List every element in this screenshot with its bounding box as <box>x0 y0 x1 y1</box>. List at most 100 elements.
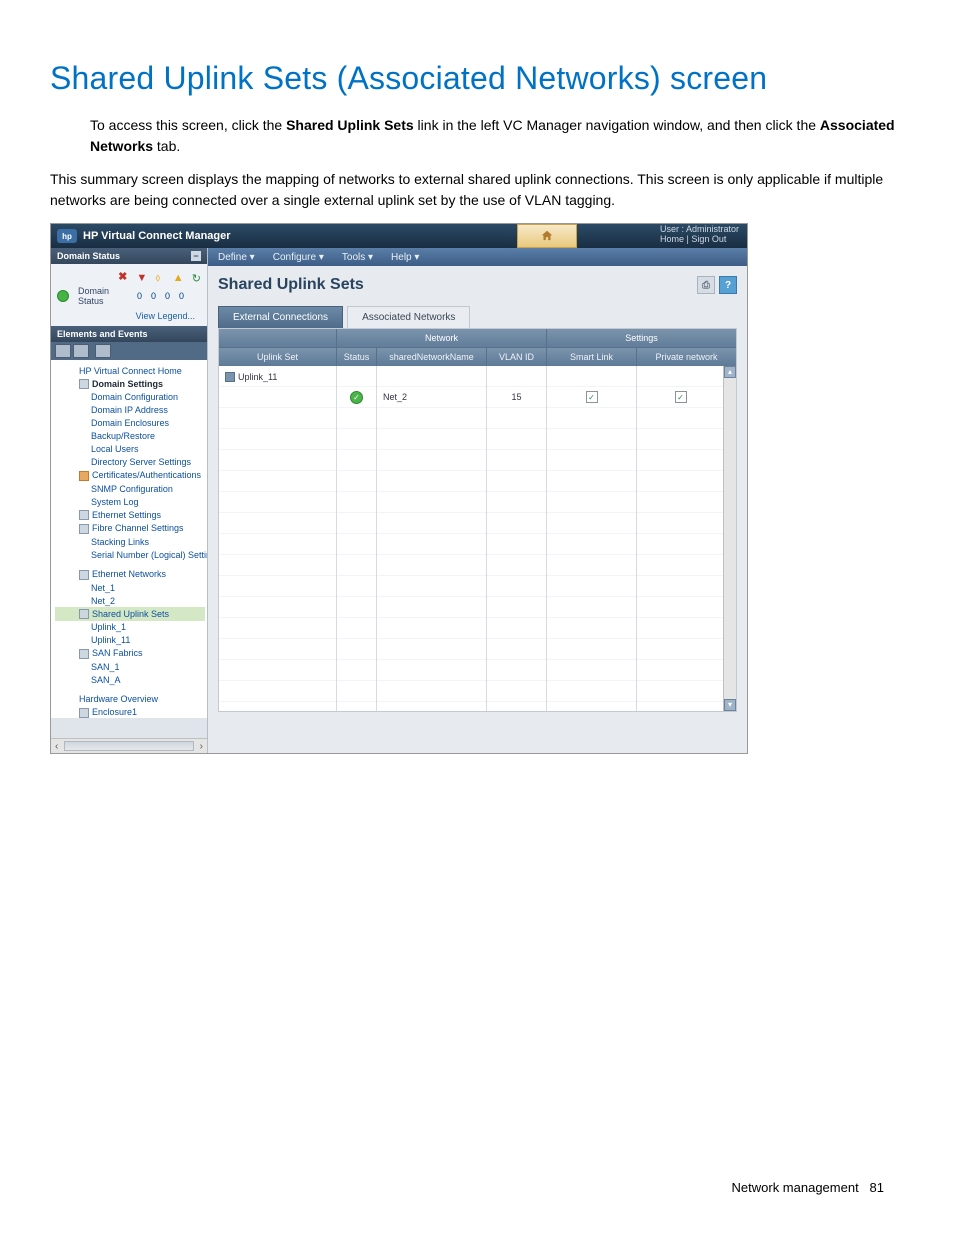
tab-associated-networks[interactable]: Associated Networks <box>347 306 470 328</box>
tree-snmp[interactable]: SNMP Configuration <box>55 482 205 495</box>
row-uplink-name: Uplink_11 <box>238 372 277 382</box>
grid-row-data[interactable]: ✓ Net_2 15 ✓ ✓ <box>219 387 724 407</box>
menu-help[interactable]: Help ▾ <box>383 250 427 265</box>
sidebar: Domain Status − ✖ ▼ ⬨ ▲ ↻ Domain Status <box>51 248 208 753</box>
tree-enc1-label: Enclosure1 <box>92 707 137 717</box>
tree-uplink1[interactable]: Uplink_1 <box>55 621 205 634</box>
tree-enclosure1[interactable]: Enclosure1 <box>55 705 205 718</box>
main-area: Define ▾ Configure ▾ Tools ▾ Help ▾ Shar… <box>208 248 747 753</box>
col-network-name[interactable]: sharedNetworkName <box>377 347 487 366</box>
user-block: User : Administrator Home | Sign Out <box>660 225 739 245</box>
private-network-checkbox[interactable]: ✓ <box>675 391 687 403</box>
col-group-settings: Settings <box>547 329 736 347</box>
tree-san1[interactable]: SAN_1 <box>55 660 205 673</box>
sidebar-elements-header: Elements and Events <box>51 326 207 342</box>
warn-icon: ⬨ <box>155 272 163 282</box>
sidebar-hscroll[interactable]: ‹› <box>51 738 207 753</box>
col-smart-link[interactable]: Smart Link <box>547 347 637 366</box>
tree-net2[interactable]: Net_2 <box>55 594 205 607</box>
refresh-icon: ↻ <box>192 272 201 282</box>
intro-text-mid: link in the left VC Manager navigation w… <box>414 117 820 133</box>
tree-expand-button[interactable] <box>55 344 71 358</box>
tree-domain-ip[interactable]: Domain IP Address <box>55 404 205 417</box>
tree-eth-net-label: Ethernet Networks <box>92 569 166 579</box>
tree-net1[interactable]: Net_1 <box>55 581 205 594</box>
tree-certificates-label: Certificates/Authentications <box>92 470 201 480</box>
tree-san-fabrics[interactable]: SAN Fabrics <box>55 647 205 661</box>
ribbon-home-icon[interactable] <box>517 224 577 248</box>
col-status[interactable]: Status <box>337 347 377 366</box>
panel-title: Shared Uplink Sets <box>218 276 364 294</box>
tree-serial-number[interactable]: Serial Number (Logical) Settings <box>55 549 205 562</box>
tree-refresh-button[interactable] <box>95 344 111 358</box>
col-private-network[interactable]: Private network <box>637 347 736 366</box>
tree-ethernet-settings[interactable]: Ethernet Settings <box>55 508 205 522</box>
collapse-icon[interactable]: − <box>191 251 201 261</box>
menu-tools[interactable]: Tools ▾ <box>334 250 381 265</box>
status-ok-icon: ✓ <box>350 391 363 404</box>
scroll-up-icon[interactable]: ▴ <box>724 366 736 378</box>
row-toggle-icon[interactable] <box>225 372 235 382</box>
intro-bold-1: Shared Uplink Sets <box>286 117 414 133</box>
tree-domain-enclosures[interactable]: Domain Enclosures <box>55 417 205 430</box>
tree-sana[interactable]: SAN_A <box>55 673 205 686</box>
scroll-down-icon[interactable]: ▾ <box>724 699 736 711</box>
tree-domain-settings[interactable]: Domain Settings <box>55 377 205 391</box>
menu-configure[interactable]: Configure ▾ <box>265 250 332 265</box>
col-uplink-set[interactable]: Uplink Set <box>219 347 337 366</box>
tab-external-connections[interactable]: External Connections <box>218 306 343 328</box>
count-a: 0 <box>137 291 142 301</box>
signout-link[interactable]: Sign Out <box>691 234 726 244</box>
tree-eth-set-label: Ethernet Settings <box>92 510 161 520</box>
grid-vscroll[interactable]: ▴ ▾ <box>723 366 736 711</box>
tree-local-users[interactable]: Local Users <box>55 443 205 456</box>
tree-ethernet-networks[interactable]: Ethernet Networks <box>55 568 205 582</box>
col-group-network: Network <box>337 329 547 347</box>
tree-syslog[interactable]: System Log <box>55 495 205 508</box>
tree-directory-server[interactable]: Directory Server Settings <box>55 456 205 469</box>
tree-san-label: SAN Fabrics <box>92 648 143 658</box>
scroll-right-icon[interactable]: › <box>196 741 207 752</box>
status-row-label: Domain Status <box>78 286 128 306</box>
menu-define[interactable]: Define ▾ <box>210 250 263 265</box>
intro-text-post: tab. <box>153 138 180 154</box>
tree-certificates[interactable]: Certificates/Authentications <box>55 469 205 483</box>
smart-link-checkbox[interactable]: ✓ <box>586 391 598 403</box>
tree-fc-set-label: Fibre Channel Settings <box>92 523 184 533</box>
filter-icon: ▼ <box>136 272 146 282</box>
count-b: 0 <box>151 291 156 301</box>
scroll-left-icon[interactable]: ‹ <box>51 741 62 752</box>
tree-domain-configuration[interactable]: Domain Configuration <box>55 391 205 404</box>
hp-logo-icon: hp <box>57 229 77 243</box>
footer-section: Network management <box>732 1180 859 1195</box>
tree-toolbar <box>51 342 207 360</box>
footer-page-number: 81 <box>870 1180 884 1195</box>
app-titlebar: hp HP Virtual Connect Manager User : Adm… <box>51 224 747 248</box>
sidebar-domain-status-header: Domain Status − <box>51 248 207 264</box>
tree-stacking-links[interactable]: Stacking Links <box>55 536 205 549</box>
error-icon: ✖ <box>118 272 127 282</box>
scroll-thumb[interactable] <box>64 741 193 751</box>
tree-shared-uplink-sets[interactable]: Shared Uplink Sets <box>55 607 205 621</box>
nav-tree: HP Virtual Connect Home Domain Settings … <box>51 360 207 718</box>
tree-hardware-overview[interactable]: Hardware Overview <box>55 692 205 705</box>
home-link[interactable]: Home <box>660 234 684 244</box>
count-c: 0 <box>165 291 170 301</box>
summary-paragraph: This summary screen displays the mapping… <box>50 169 904 211</box>
col-vlan-id[interactable]: VLAN ID <box>487 347 547 366</box>
tree-home[interactable]: HP Virtual Connect Home <box>55 364 205 377</box>
tree-backup-restore[interactable]: Backup/Restore <box>55 430 205 443</box>
grid-row-group[interactable]: Uplink_11 <box>219 366 724 387</box>
status-ok-icon <box>57 290 69 302</box>
intro-text: To access this screen, click the <box>90 117 286 133</box>
view-legend-link[interactable]: View Legend... <box>136 311 195 321</box>
data-grid: Network Settings Uplink Set Status share… <box>218 328 737 712</box>
status-panel: ✖ ▼ ⬨ ▲ ↻ Domain Status 0 0 0 0 View <box>51 264 207 326</box>
tree-uplink11[interactable]: Uplink_11 <box>55 634 205 647</box>
intro-paragraph: To access this screen, click the Shared … <box>50 115 904 157</box>
help-button[interactable]: ? <box>719 276 737 294</box>
tree-fc-settings[interactable]: Fibre Channel Settings <box>55 522 205 536</box>
tree-collapse-button[interactable] <box>73 344 89 358</box>
caution-icon: ▲ <box>173 272 183 282</box>
print-button[interactable]: ⎙ <box>697 276 715 294</box>
